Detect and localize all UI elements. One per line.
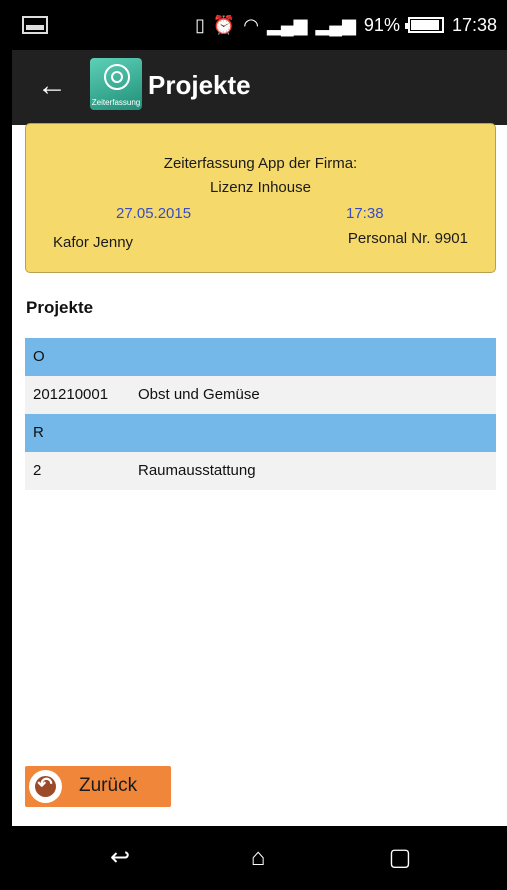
- status-time: 17:38: [451, 14, 497, 35]
- back-arrow-icon[interactable]: ←: [34, 68, 70, 104]
- employee-name: Kafor Jenny: [53, 234, 134, 251]
- wifi-icon: ◠: [243, 14, 260, 35]
- notification-icon: [22, 16, 48, 34]
- nav-home-icon[interactable]: ⌂: [238, 840, 278, 876]
- action-bar: ← Zeiterfassung Projekte: [12, 50, 507, 125]
- license-text: Lizenz Inhouse: [210, 179, 311, 196]
- battery-icon: [404, 17, 444, 33]
- alarm-icon: ⏰: [212, 14, 236, 35]
- list-item[interactable]: 2 Raumausstattung: [25, 452, 496, 490]
- app-icon-label: Zeiterfassung: [91, 98, 141, 107]
- app-icon: Zeiterfassung: [90, 58, 142, 110]
- signal-2-icon: ▂▄▆: [315, 14, 356, 35]
- project-list: O 201210001 Obst und Gemüse R 2 Raumauss…: [25, 338, 496, 490]
- battery-percent: 91%: [363, 14, 400, 35]
- project-name: Raumausstattung: [138, 462, 256, 479]
- vibrate-icon: ▯: [194, 14, 205, 35]
- project-name: Obst und Gemüse: [138, 386, 260, 403]
- screen: ▯ ⏰ ◠ ▂▄▆ ▂▄▆ 91% 17:38 ← Zeiterfassung …: [12, 0, 507, 890]
- project-number: 2: [33, 462, 42, 479]
- back-button[interactable]: ↶ Zurück: [25, 766, 171, 807]
- navigation-bar: ↩ ⌂ ▢: [12, 826, 507, 890]
- nav-recents-icon[interactable]: ▢: [380, 840, 420, 876]
- status-icons: ▯ ⏰ ◠ ▂▄▆ ▂▄▆ 91% 17:38: [195, 12, 497, 38]
- nav-back-icon[interactable]: ↩: [100, 840, 140, 876]
- section-heading: Projekte: [26, 298, 94, 317]
- project-number: 201210001: [33, 386, 109, 403]
- fingerprint-icon: [104, 64, 130, 90]
- status-bar: ▯ ⏰ ◠ ▂▄▆ ▂▄▆ 91% 17:38: [12, 0, 507, 50]
- signal-1-icon: ▂▄▆: [267, 14, 308, 35]
- current-date: 27.05.2015: [116, 205, 192, 222]
- page-title: Projekte: [148, 70, 251, 100]
- list-group-header: O: [25, 338, 496, 376]
- list-item[interactable]: 201210001 Obst und Gemüse: [25, 376, 496, 414]
- undo-arrow-icon: ↶: [37, 774, 53, 794]
- current-time: 17:38: [346, 205, 384, 222]
- info-card: Zeiterfassung App der Firma: Lizenz Inho…: [25, 123, 496, 273]
- company-title: Zeiterfassung App der Firma:: [163, 155, 358, 172]
- list-group-header: R: [25, 414, 496, 452]
- personal-number: Personal Nr. 9901: [347, 230, 468, 247]
- back-button-label: Zurück: [79, 775, 138, 796]
